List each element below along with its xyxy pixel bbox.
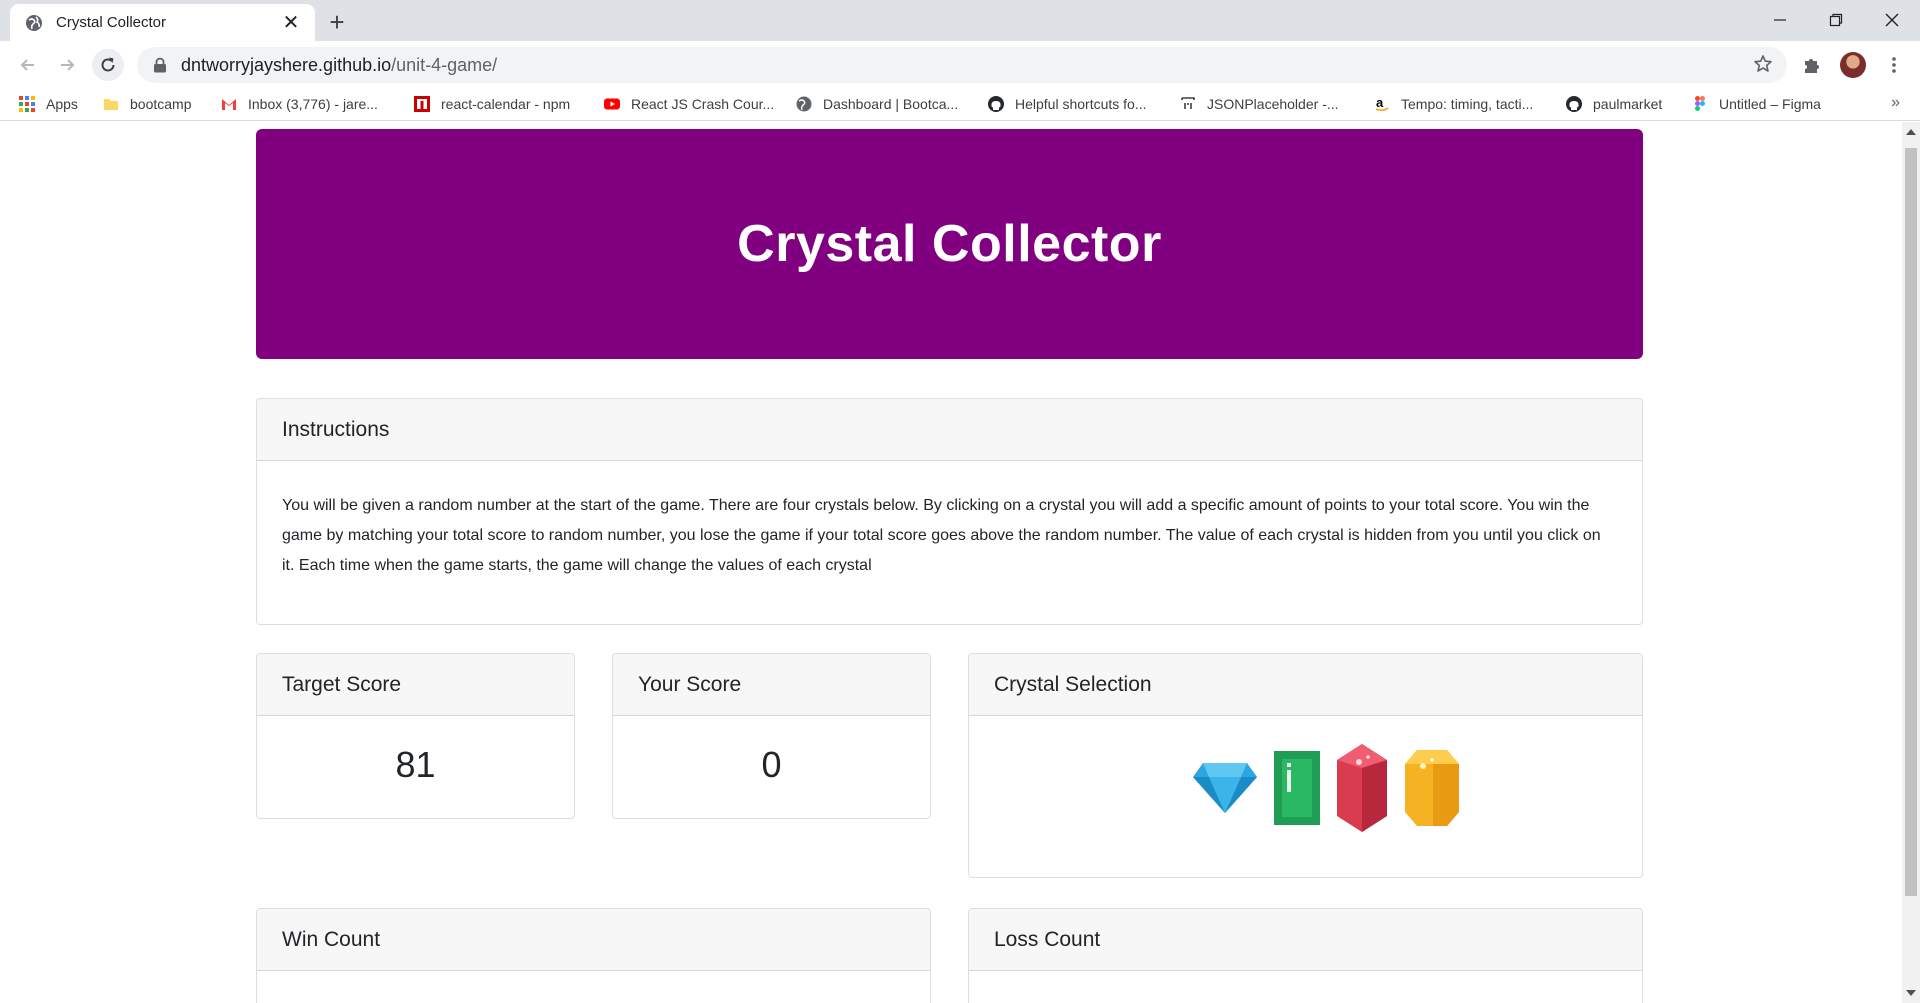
chrome-menu-button[interactable]	[1878, 49, 1910, 81]
back-button[interactable]	[12, 49, 44, 81]
win-count-card: Win Count	[256, 908, 931, 1003]
svg-text:a: a	[1376, 95, 1384, 110]
target-score-value: 81	[395, 744, 436, 785]
bookmark-label: JSONPlaceholder -...	[1207, 96, 1339, 112]
instructions-text: You will be given a random number at the…	[282, 497, 1601, 574]
bookmark-paulmarket[interactable]: paulmarket	[1565, 92, 1662, 116]
restore-icon	[1829, 13, 1843, 27]
bookmark-label: Inbox (3,776) - jare...	[248, 96, 378, 112]
figma-icon	[1695, 96, 1705, 111]
page-viewport: Crystal Collector Instructions You will …	[0, 122, 1902, 1003]
crystal-buttons	[969, 716, 1642, 834]
target-score-card: Target Score 81	[256, 653, 575, 819]
minimize-button[interactable]	[1752, 0, 1808, 40]
globe-icon	[26, 14, 42, 31]
url-path: /unit-4-game/	[391, 54, 498, 75]
lock-icon	[154, 57, 166, 73]
back-arrow-icon	[20, 59, 34, 71]
bookmark-dashboard[interactable]: Dashboard | Bootca...	[795, 92, 958, 116]
tab-strip: Crystal Collector ✕ +	[0, 0, 1920, 41]
github-icon	[988, 96, 1004, 112]
bookmark-label: Dashboard | Bootca...	[823, 96, 959, 112]
bookmark-tempo[interactable]: a Tempo: timing, tacti...	[1373, 92, 1533, 116]
instructions-header: Instructions	[257, 399, 1642, 461]
bookmark-label: Untitled – Figma	[1719, 96, 1821, 112]
bookmark-inbox[interactable]: Inbox (3,776) - jare...	[220, 92, 378, 116]
loss-count-card: Loss Count	[968, 908, 1643, 1003]
kebab-menu-icon	[1892, 57, 1896, 73]
close-window-icon	[1885, 13, 1899, 27]
close-tab-icon[interactable]: ✕	[279, 11, 303, 35]
bookmark-label: react-calendar - npm	[441, 96, 571, 112]
bookmark-react-calendar[interactable]: react-calendar - npm	[413, 92, 570, 116]
avatar	[1840, 52, 1866, 78]
amazon-icon: a	[1375, 95, 1389, 112]
bookmark-label: Tempo: timing, tacti...	[1401, 96, 1534, 112]
profile-button[interactable]	[1837, 49, 1869, 81]
forward-arrow-icon	[61, 59, 75, 71]
bookmark-label: Apps	[46, 96, 78, 112]
github-icon	[1566, 96, 1582, 112]
extensions-button[interactable]	[1796, 49, 1828, 81]
bookmarks-bar: Apps bootcamp Inbox (3,776) - jare... re…	[0, 88, 1920, 121]
instructions-card: Instructions You will be given a random …	[256, 398, 1643, 625]
url-host: dntworryjayshere.github.io	[181, 54, 392, 75]
globe-icon	[796, 96, 812, 112]
your-score-header: Your Score	[613, 654, 930, 716]
reload-button[interactable]	[92, 49, 124, 81]
bookmarks-overflow-button[interactable]: »	[1891, 94, 1900, 112]
folder-icon	[104, 99, 118, 110]
close-window-button[interactable]	[1864, 0, 1920, 40]
bookmark-label: React JS Crash Cour...	[631, 96, 775, 112]
scroll-down-arrow-icon[interactable]	[1906, 990, 1916, 996]
target-score-header: Target Score	[257, 654, 574, 716]
new-tab-button[interactable]: +	[322, 8, 352, 38]
crystal-selection-card: Crystal Selection	[968, 653, 1643, 878]
jsonplaceholder-icon	[1181, 97, 1195, 109]
loss-count-header: Loss Count	[969, 909, 1642, 971]
bookmark-helpful-shortcuts[interactable]: Helpful shortcuts fo...	[987, 92, 1147, 116]
bookmark-react-crash-course[interactable]: React JS Crash Cour...	[603, 92, 774, 116]
gmail-icon	[222, 99, 236, 110]
restore-button[interactable]	[1808, 0, 1864, 40]
bookmark-jsonplaceholder[interactable]: JSONPlaceholder -...	[1179, 92, 1339, 116]
address-bar[interactable]: dntworryjayshere.github.io/unit-4-game/	[137, 47, 1787, 83]
youtube-icon	[604, 98, 620, 110]
scrollbar-thumb[interactable]	[1905, 148, 1917, 896]
page-scrollbar[interactable]	[1902, 122, 1920, 1003]
red-ruby-icon[interactable]	[1335, 742, 1389, 834]
npm-icon	[414, 96, 430, 112]
blue-diamond-icon[interactable]	[1191, 761, 1259, 815]
tab-title: Crystal Collector	[56, 14, 167, 31]
bookmark-apps[interactable]: Apps	[18, 92, 78, 116]
reload-icon	[101, 57, 115, 72]
jumbotron: Crystal Collector	[256, 129, 1643, 359]
yellow-topaz-icon[interactable]	[1403, 748, 1461, 828]
your-score-card: Your Score 0	[612, 653, 931, 819]
bookmark-bootcamp[interactable]: bootcamp	[102, 92, 191, 116]
bookmark-label: Helpful shortcuts fo...	[1015, 96, 1147, 112]
minimize-icon	[1774, 19, 1786, 21]
browser-toolbar: dntworryjayshere.github.io/unit-4-game/	[0, 41, 1920, 88]
tab-crystal-collector[interactable]: Crystal Collector ✕	[10, 4, 315, 41]
apps-grid-icon	[19, 96, 35, 112]
bookmark-figma[interactable]: Untitled – Figma	[1691, 92, 1821, 116]
your-score-value: 0	[761, 744, 782, 785]
green-emerald-icon[interactable]	[1273, 750, 1321, 826]
crystal-selection-header: Crystal Selection	[969, 654, 1642, 716]
scroll-up-arrow-icon[interactable]	[1906, 129, 1916, 135]
bookmark-label: bootcamp	[130, 96, 192, 112]
bookmark-star-icon[interactable]	[1753, 54, 1773, 74]
bookmark-label: paulmarket	[1593, 96, 1663, 112]
puzzle-icon	[1805, 59, 1819, 73]
win-count-header: Win Count	[257, 909, 930, 971]
page-title: Crystal Collector	[737, 215, 1162, 273]
forward-button[interactable]	[51, 49, 83, 81]
